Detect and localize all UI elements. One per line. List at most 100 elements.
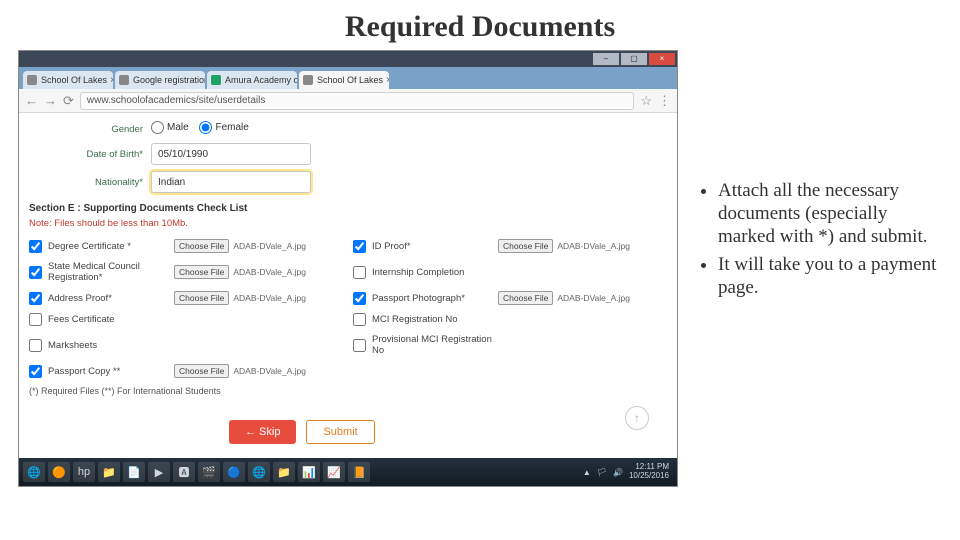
tray-icon[interactable]: 🔊 [613,468,623,477]
browser-window: – ▢ × School Of Lakes× Google registrati… [18,50,678,487]
favicon-icon [211,75,221,85]
tray-icon[interactable]: 🏳 [597,468,607,477]
document-grid: Degree Certificate * Choose File ADAB-DVal… [29,239,667,378]
document-label: Passport Photograph* [372,293,492,304]
radio-female[interactable]: Female [199,121,248,134]
taskbar-app-icon[interactable]: 📁 [98,462,120,482]
chosen-file-name: ADAB-DVale_A.jpg [233,293,306,303]
taskbar-app-icon[interactable]: 🌐 [23,462,45,482]
radio-input[interactable] [151,121,164,134]
taskbar-app-icon[interactable]: 🌐 [248,462,270,482]
taskbar-app-icon[interactable]: 📙 [348,462,370,482]
window-close-button[interactable]: × [649,53,675,65]
document-checkbox[interactable] [353,313,366,326]
radio-label: Male [167,122,189,133]
browser-tab[interactable]: Google registration× [115,71,205,89]
browser-tab[interactable]: School Of Lakes× [23,71,113,89]
taskbar-app-icon[interactable]: 📄 [123,462,145,482]
tab-strip: School Of Lakes× Google registration× Am… [19,67,677,89]
chosen-file-name: ADAB-DVale_A.jpg [557,293,630,303]
taskbar-app-icon[interactable]: 📁 [273,462,295,482]
menu-icon[interactable]: ⋮ [658,93,671,109]
document-checkbox[interactable] [29,339,42,352]
choose-file-button[interactable]: Choose File [174,239,229,253]
url-text: www.schoolofacademics/site/userdetails [87,95,265,106]
form-page: Gender Male Female Date of Birth* Nation… [19,113,677,458]
skip-button[interactable]: ← Skip [229,420,296,444]
file-chooser: Choose FileADAB-DVale_A.jpg [174,239,306,253]
choose-file-button[interactable]: Choose File [174,265,229,279]
taskbar-app-icon[interactable]: ▶ [148,462,170,482]
tab-label: School Of Lakes [317,75,383,85]
document-label: Internship Completion [372,267,492,278]
taskbar-app-icon[interactable]: 📈 [323,462,345,482]
close-icon[interactable]: × [383,75,389,86]
label-dob: Date of Birth* [29,149,151,160]
document-row: Marksheets [29,334,343,356]
document-checkbox[interactable] [29,292,42,305]
tray-icon[interactable]: ▲ [583,468,591,477]
document-row: Fees Certificate [29,313,343,326]
close-icon[interactable]: × [107,75,113,86]
star-icon[interactable]: ☆ [640,93,652,109]
tab-label: Google registration [133,75,205,85]
taskbar-app-icon[interactable]: 🔵 [223,462,245,482]
choose-file-button[interactable]: Choose File [498,239,553,253]
file-size-note: Note: Files should be less than 10Mb. [29,218,667,229]
reload-icon[interactable]: ⟳ [63,93,74,109]
document-row: Internship Completion [353,261,667,283]
document-checkbox[interactable] [353,266,366,279]
document-checkbox[interactable] [353,339,366,352]
tab-label: School Of Lakes [41,75,107,85]
document-label: Passport Copy ** [48,366,168,377]
taskbar-app-icon[interactable]: hp [73,462,95,482]
file-chooser: Choose File ADAB-DVale_A.jpg [498,291,630,305]
document-label: State Medical Council Registration* [48,261,168,283]
chosen-file-name: ADAB-DVale_A.jpg [233,267,306,277]
document-checkbox[interactable] [29,240,42,253]
choose-file-button[interactable]: Choose File [498,291,553,305]
radio-male[interactable]: Male [151,121,189,134]
document-label: Fees Certificate [48,314,168,325]
dob-input[interactable] [151,143,311,165]
chosen-file-name: ADAB-DVale_A.jpg [557,241,630,251]
favicon-icon [119,75,129,85]
forward-icon[interactable]: → [44,93,57,108]
bullet-item: Attach all the necessary documents (espe… [718,180,938,248]
choose-file-button[interactable]: Choose File [174,291,229,305]
document-label: MCI Registration No [372,314,492,325]
document-checkbox[interactable] [29,313,42,326]
document-row: MCI Registration No [353,313,667,326]
nationality-input[interactable] [151,171,311,193]
back-icon[interactable]: ← [25,93,38,108]
document-label: Marksheets [48,340,168,351]
document-checkbox[interactable] [353,292,366,305]
document-label: Degree Certificate * [48,241,168,252]
document-checkbox[interactable] [29,266,42,279]
document-label: Address Proof* [48,293,168,304]
radio-input[interactable] [199,121,212,134]
section-title: Section E : Supporting Documents Check L… [29,203,667,214]
document-row: Passport Copy ** Choose FileADAB-DVale_A.… [29,364,343,378]
document-checkbox[interactable] [29,365,42,378]
file-chooser: Choose FileADAB-DVale_A.jpg [174,364,306,378]
choose-file-button[interactable]: Choose File [174,364,229,378]
browser-tab[interactable]: Amura Academy of H× [207,71,297,89]
taskbar-app-icon[interactable]: 🟠 [48,462,70,482]
document-row: Degree Certificate * Choose FileADAB-DVal… [29,239,343,253]
scroll-to-top-button[interactable]: ↑ [625,406,649,430]
browser-tab-active[interactable]: School Of Lakes× [299,71,389,89]
label-nationality: Nationality* [29,177,151,188]
clock[interactable]: 12:11 PM 10/25/2016 [629,463,669,481]
slide-bullets: Attach all the necessary documents (espe… [696,50,960,306]
document-checkbox[interactable] [353,240,366,253]
window-maximize-button[interactable]: ▢ [621,53,647,65]
document-label: ID Proof* [372,241,492,252]
taskbar-app-icon[interactable]: 🎬 [198,462,220,482]
tab-label: Amura Academy of H [225,75,297,85]
taskbar-app-icon[interactable]: 📊 [298,462,320,482]
taskbar-app-icon[interactable]: 🅰 [173,462,195,482]
window-minimize-button[interactable]: – [593,53,619,65]
url-input[interactable]: www.schoolofacademics/site/userdetails [80,92,634,110]
submit-button[interactable]: Submit [306,420,374,444]
